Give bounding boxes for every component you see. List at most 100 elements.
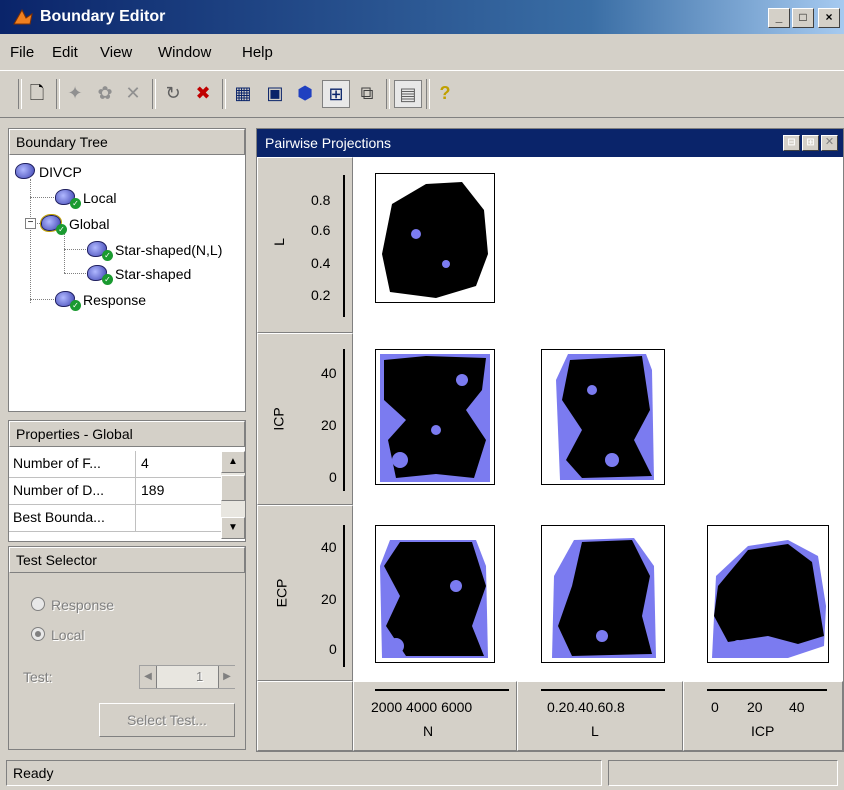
increment-arrow-icon[interactable]: ▶	[218, 666, 235, 688]
copy-boundary-icon[interactable]: ✿	[92, 80, 118, 106]
tree-item-divcp[interactable]: DIVCP	[15, 163, 82, 180]
toolbar: 🗋 ✦ ✿ ✕ ↻ ✖ ▦ ▣ ⬢ ⊞ ⧉ ▤ ?	[0, 70, 844, 118]
decrement-arrow-icon[interactable]: ◀	[140, 666, 157, 688]
menu-window[interactable]: Window	[158, 44, 211, 61]
boundary-tree-header: Boundary Tree	[9, 129, 245, 155]
grid-view-icon[interactable]: ▦	[230, 80, 256, 106]
exclude-icon[interactable]: ✖	[190, 80, 216, 106]
tree-item-label: Response	[83, 292, 147, 308]
window-title: Boundary Editor	[40, 8, 166, 25]
status-text: Ready	[6, 760, 602, 786]
y-axis-l	[343, 175, 345, 317]
select-test-button[interactable]: Select Test...	[99, 703, 235, 737]
new-boundary-icon[interactable]: 🗋	[24, 80, 50, 106]
help-icon[interactable]: ?	[432, 80, 458, 106]
x-axis-icp	[707, 689, 827, 691]
test-value: 1	[196, 669, 204, 684]
toolbar-separator	[18, 79, 22, 109]
test-label: Test:	[23, 669, 53, 685]
cube-view-icon[interactable]: ⧉	[354, 80, 380, 106]
tree-item-label: Local	[83, 190, 117, 206]
property-row[interactable]: Number of D... 189	[9, 478, 229, 505]
toolbar-separator	[152, 79, 156, 109]
tree-item-label: DIVCP	[39, 164, 82, 180]
tree-item-label: Star-shaped(N,L)	[115, 242, 223, 258]
toolbar-separator	[222, 79, 226, 109]
menu-bar: File Edit View Window Help	[0, 38, 844, 68]
tree-item-local[interactable]: ✓ Local	[55, 189, 117, 209]
app-icon	[12, 8, 34, 26]
tick-label: 0	[329, 641, 337, 657]
tick-label: 0	[329, 469, 337, 485]
tree-item-label: Star-shaped	[115, 266, 192, 282]
tick-label: 40	[321, 365, 337, 381]
delete-icon[interactable]: ✕	[120, 80, 146, 106]
col-header-icp	[683, 681, 843, 751]
tick-label: 20	[747, 699, 763, 715]
corner-cell	[257, 681, 353, 751]
tick-label: 0.6	[311, 222, 331, 238]
property-row[interactable]: Number of F... 4	[9, 451, 229, 478]
boundary-icon: ✓	[55, 189, 81, 209]
x-axis-l	[541, 689, 665, 691]
menu-edit[interactable]: Edit	[52, 44, 78, 61]
plot-l-vs-ecp[interactable]	[541, 525, 665, 663]
boundary-tree-panel: Boundary Tree − DIVCP ✓ Local ✓ Global ✓ St…	[8, 128, 246, 412]
tree-item-star-shaped[interactable]: ✓ Star-shaped	[87, 265, 192, 285]
boundary-icon: ✓	[87, 265, 113, 285]
y-axis-icp	[343, 349, 345, 491]
properties-scrollbar[interactable]: ▲ ▼	[221, 451, 245, 539]
menu-file[interactable]: File	[10, 44, 34, 61]
pairwise-projections-window: Pairwise Projections ⊟ ⊞ ✕ L ICP ECP 0.8…	[256, 128, 844, 752]
properties-header: Properties - Global	[9, 421, 245, 447]
plot-n-vs-ecp[interactable]	[375, 525, 495, 663]
split-vertical-button[interactable]: ⊞	[802, 135, 819, 151]
boundary-icon	[15, 163, 35, 179]
radio-label: Local	[51, 627, 85, 643]
property-row[interactable]: Best Bounda...	[9, 505, 229, 532]
tree-item-star-shaped-nl[interactable]: ✓ Star-shaped(N,L)	[87, 241, 223, 261]
menu-view[interactable]: View	[100, 44, 132, 61]
3d-view-icon[interactable]: ⬢	[292, 80, 318, 106]
scroll-down-arrow-icon[interactable]: ▼	[221, 517, 245, 539]
pairwise-view-icon[interactable]: ⊞	[322, 80, 350, 108]
split-horizontal-button[interactable]: ⊟	[783, 135, 800, 151]
collapse-toggle[interactable]: −	[25, 218, 36, 229]
close-view-button[interactable]: ✕	[821, 135, 838, 151]
plot-n-vs-icp[interactable]	[375, 349, 495, 485]
projections-title: Pairwise Projections	[265, 135, 392, 151]
response-radio[interactable]: Response	[31, 597, 114, 613]
check-icon: ✓	[70, 300, 81, 311]
title-bar: Boundary Editor _ □ ×	[0, 0, 844, 34]
status-bar: Ready	[0, 756, 844, 790]
plot-icp-vs-ecp[interactable]	[707, 525, 829, 663]
maximize-button[interactable]: □	[792, 8, 814, 28]
y-axis-ecp	[343, 525, 345, 667]
tree-item-global[interactable]: ✓ Global	[40, 214, 109, 235]
tick-label: 20	[321, 591, 337, 607]
toolbar-separator	[56, 79, 60, 109]
test-spinner[interactable]: ◀ 1 ▶	[139, 665, 235, 689]
display-options-icon[interactable]: ▤	[394, 80, 422, 108]
boundary-icon: ✓	[40, 214, 67, 235]
check-icon: ✓	[102, 274, 113, 285]
minimize-button[interactable]: _	[768, 8, 790, 28]
menu-help[interactable]: Help	[242, 44, 273, 61]
radio-icon	[31, 597, 45, 611]
scroll-up-arrow-icon[interactable]: ▲	[221, 451, 245, 473]
axis-label-icp: ICP	[270, 407, 287, 431]
single-view-icon[interactable]: ▣	[262, 80, 288, 106]
tick-label: 0.4	[311, 255, 331, 271]
plot-n-vs-l[interactable]	[375, 173, 495, 303]
radio-label: Response	[51, 597, 115, 613]
close-button[interactable]: ×	[818, 8, 840, 28]
tree-item-response[interactable]: ✓ Response	[55, 291, 147, 311]
add-boundary-icon[interactable]: ✦	[62, 80, 88, 106]
include-icon[interactable]: ↻	[160, 80, 186, 106]
local-radio[interactable]: Local	[31, 627, 84, 643]
test-selector-panel: Test Selector Response Local Test: ◀ 1 ▶…	[8, 546, 246, 750]
scroll-thumb[interactable]	[221, 475, 245, 501]
property-name: Number of D...	[13, 482, 105, 498]
plot-l-vs-icp[interactable]	[541, 349, 665, 485]
tick-label: 0.2	[311, 287, 331, 303]
